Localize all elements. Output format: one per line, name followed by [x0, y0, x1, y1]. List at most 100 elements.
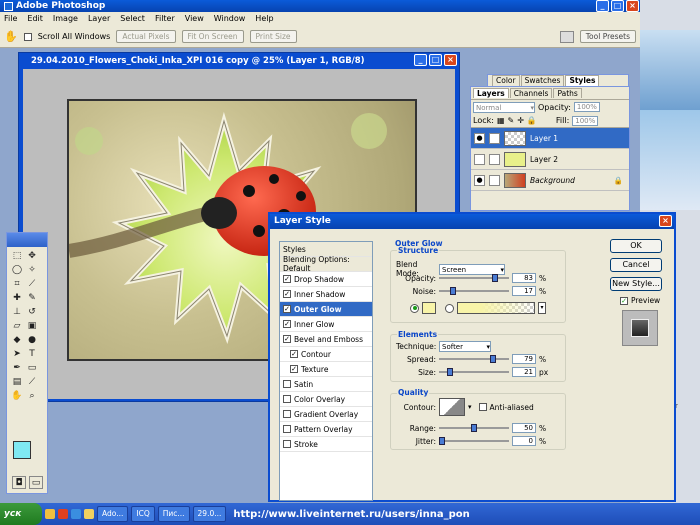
- visibility-eye-icon[interactable]: ●: [474, 132, 485, 144]
- noise-slider[interactable]: [439, 287, 509, 295]
- style-checkbox[interactable]: [283, 440, 291, 448]
- menu-item-view[interactable]: View: [185, 14, 204, 24]
- tab-color[interactable]: Color: [492, 75, 520, 86]
- visibility-eye-icon[interactable]: ●: [474, 174, 485, 186]
- range-slider[interactable]: [439, 424, 509, 432]
- style-item-satin[interactable]: Satin: [280, 377, 372, 392]
- healing-brush-tool-icon[interactable]: ✚: [10, 291, 24, 304]
- spread-slider[interactable]: [439, 355, 509, 363]
- lasso-tool-icon[interactable]: ◯: [10, 263, 24, 276]
- pen-tool-icon[interactable]: ✒: [10, 361, 24, 374]
- magic-wand-tool-icon[interactable]: ✧: [25, 263, 39, 276]
- lock-move-icon[interactable]: ✛: [517, 116, 524, 125]
- cancel-button[interactable]: Cancel: [610, 258, 662, 272]
- spread-input[interactable]: 79: [512, 354, 536, 364]
- layer-row-background[interactable]: ● Background 🔒: [471, 170, 629, 191]
- gradient-tool-icon[interactable]: ▣: [25, 319, 39, 332]
- style-checkbox[interactable]: ✓: [290, 365, 298, 373]
- tool-presets-tab[interactable]: Tool Presets: [579, 30, 636, 43]
- gradient-picker[interactable]: [457, 302, 535, 314]
- blending-options-item[interactable]: Blending Options: Default: [280, 255, 372, 273]
- eyedropper-tool-icon[interactable]: ⟋: [25, 375, 39, 388]
- maximize-button[interactable]: □: [611, 0, 624, 12]
- style-item-inner-shadow[interactable]: ✓ Inner Shadow: [280, 287, 372, 302]
- technique-select[interactable]: Softer ▾: [439, 341, 491, 352]
- browser-icon[interactable]: [58, 509, 68, 519]
- style-checkbox[interactable]: [283, 425, 291, 433]
- foreground-color-swatch[interactable]: [13, 441, 31, 459]
- notes-tool-icon[interactable]: ▤: [10, 375, 24, 388]
- hand-tool-icon[interactable]: ✋: [4, 30, 18, 43]
- glow-color-swatch[interactable]: [422, 302, 436, 314]
- marquee-tool-icon[interactable]: ⬚: [10, 249, 24, 262]
- layer-row-layer1[interactable]: ● Layer 1: [471, 128, 629, 149]
- zoom-tool-icon[interactable]: ⌕: [25, 389, 39, 402]
- menu-item-layer[interactable]: Layer: [88, 14, 110, 24]
- minimize-button[interactable]: _: [596, 0, 609, 12]
- style-checkbox[interactable]: [283, 380, 291, 388]
- anti-aliased-checkbox[interactable]: [478, 403, 487, 411]
- menu-item-window[interactable]: Window: [214, 14, 246, 24]
- opacity-slider-knob[interactable]: [492, 274, 499, 282]
- jitter-input[interactable]: 0: [512, 436, 536, 446]
- menu-item-filter[interactable]: Filter: [155, 14, 175, 24]
- jitter-slider-knob[interactable]: [439, 437, 445, 445]
- style-checkbox[interactable]: [283, 410, 291, 418]
- shape-tool-icon[interactable]: ▭: [25, 361, 39, 374]
- brush-tool-icon[interactable]: ✎: [25, 291, 39, 304]
- style-item-contour[interactable]: ✓ Contour: [280, 347, 372, 362]
- style-item-color-overlay[interactable]: Color Overlay: [280, 392, 372, 407]
- scroll-all-checkbox[interactable]: [23, 32, 32, 41]
- range-input[interactable]: 50: [512, 423, 536, 433]
- blur-tool-icon[interactable]: ◆: [10, 333, 24, 346]
- ok-button[interactable]: OK: [610, 239, 662, 253]
- size-slider-knob[interactable]: [447, 368, 453, 376]
- gradient-radio[interactable]: [445, 303, 454, 313]
- close-button[interactable]: ×: [626, 0, 639, 12]
- link-icon[interactable]: [489, 174, 500, 186]
- style-checkbox[interactable]: ✓: [290, 350, 298, 358]
- style-checkbox[interactable]: ✓: [283, 305, 291, 313]
- folder-icon[interactable]: [84, 509, 94, 519]
- start-button[interactable]: уск: [0, 503, 42, 525]
- palette-well-icon[interactable]: [559, 30, 574, 43]
- fit-on-screen-button[interactable]: Fit On Screen: [181, 30, 244, 43]
- visibility-eye-icon[interactable]: [474, 153, 485, 165]
- style-checkbox[interactable]: [283, 395, 291, 403]
- layer-opacity-input[interactable]: 100%: [573, 102, 600, 112]
- opacity-input[interactable]: 83: [512, 273, 536, 283]
- spread-slider-knob[interactable]: [489, 355, 496, 363]
- dropdown-arrow-icon[interactable]: ▾: [538, 302, 546, 314]
- size-input[interactable]: 21: [512, 367, 536, 377]
- lock-paint-icon[interactable]: ✎: [508, 116, 515, 125]
- noise-slider-knob[interactable]: [449, 287, 456, 295]
- doc-minimize-button[interactable]: _: [414, 54, 427, 66]
- doc-close-button[interactable]: ×: [444, 54, 457, 66]
- eraser-tool-icon[interactable]: ▱: [10, 319, 24, 332]
- tab-swatches[interactable]: Swatches: [520, 75, 565, 86]
- quick-mask-icon[interactable]: ◘: [12, 476, 26, 489]
- tab-layers[interactable]: Layers: [473, 88, 509, 98]
- style-item-inner-glow[interactable]: ✓ Inner Glow: [280, 317, 372, 332]
- crop-tool-icon[interactable]: ⌗: [10, 277, 24, 290]
- style-checkbox[interactable]: ✓: [283, 290, 291, 298]
- jitter-slider[interactable]: [439, 437, 509, 445]
- type-tool-icon[interactable]: T: [25, 347, 39, 360]
- style-item-stroke[interactable]: Stroke: [280, 437, 372, 452]
- dropdown-arrow-icon[interactable]: ▾: [468, 403, 472, 411]
- taskbar-item-photoshop[interactable]: Ado...: [97, 506, 129, 522]
- opacity-slider[interactable]: [439, 274, 509, 282]
- link-icon[interactable]: [489, 153, 500, 165]
- size-slider[interactable]: [439, 368, 509, 376]
- lock-all-icon[interactable]: 🔒: [527, 116, 537, 125]
- style-checkbox[interactable]: ✓: [283, 335, 291, 343]
- style-item-outer-glow[interactable]: ✓ Outer Glow: [280, 302, 372, 317]
- dodge-tool-icon[interactable]: ●: [25, 333, 39, 346]
- print-size-button[interactable]: Print Size: [249, 30, 297, 43]
- link-icon[interactable]: [489, 132, 500, 144]
- tab-styles[interactable]: Styles: [565, 75, 600, 86]
- tab-channels[interactable]: Channels: [509, 88, 553, 98]
- solid-color-radio[interactable]: [410, 303, 419, 313]
- contour-picker[interactable]: [439, 398, 465, 416]
- layer-fill-input[interactable]: 100%: [572, 115, 599, 126]
